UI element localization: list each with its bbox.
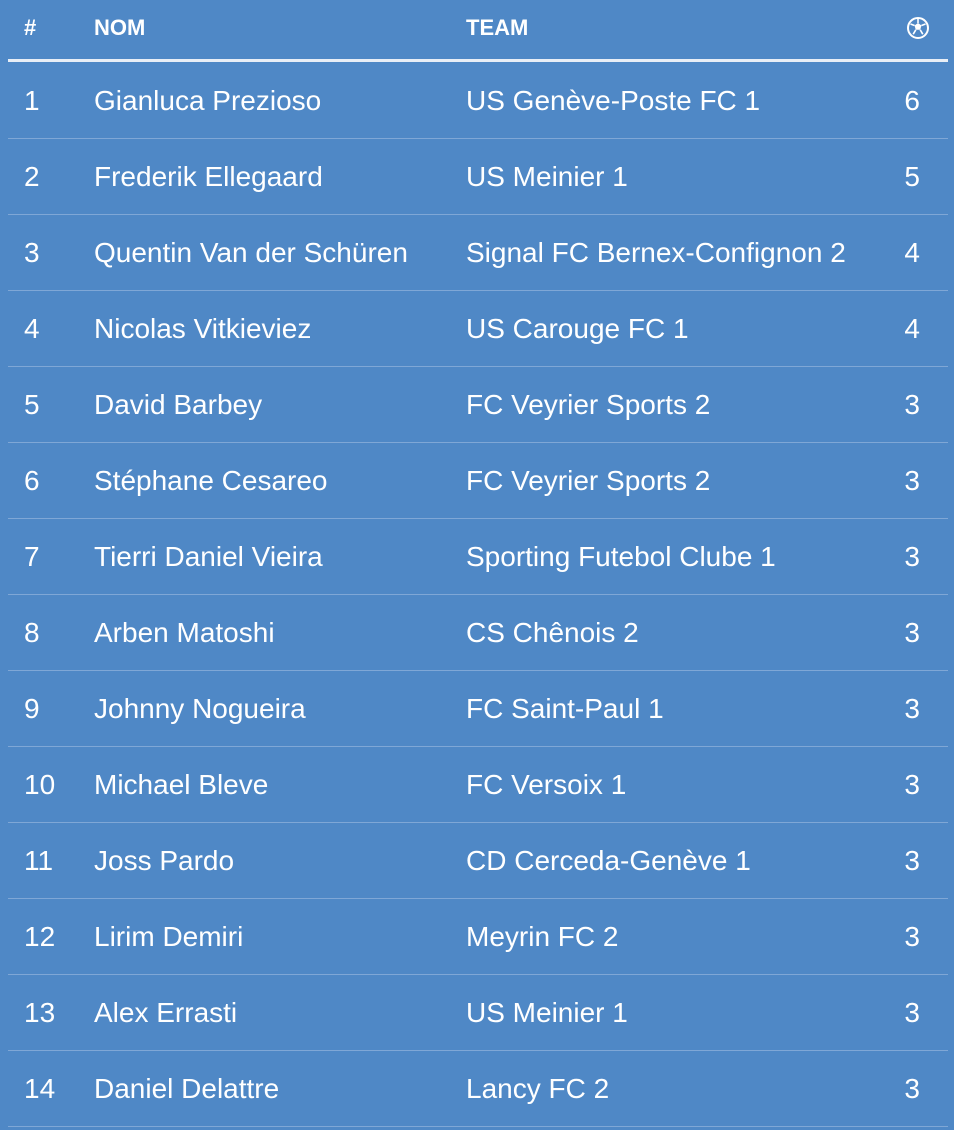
rank-cell: 4 xyxy=(24,313,40,344)
goals-cell: 4 xyxy=(904,313,920,344)
table-row[interactable]: 10 Michael Bleve FC Versoix 1 3 xyxy=(8,747,948,823)
player-name-cell: Michael Bleve xyxy=(94,769,269,800)
team-cell: CD Cerceda-Genève 1 xyxy=(466,845,751,876)
player-name-cell: Stéphane Cesareo xyxy=(94,465,328,496)
team-cell: Lancy FC 2 xyxy=(466,1073,610,1104)
goals-cell: 3 xyxy=(904,921,920,952)
rank-cell: 13 xyxy=(24,997,56,1028)
goals-cell: 3 xyxy=(904,617,920,648)
player-name-cell: Quentin Van der Schüren xyxy=(94,237,408,268)
rank-cell: 7 xyxy=(24,541,40,572)
rank-cell: 8 xyxy=(24,617,40,648)
team-cell: Meyrin FC 2 xyxy=(466,921,619,952)
goals-cell: 4 xyxy=(904,237,920,268)
table-row[interactable]: 1 Gianluca Prezioso US Genève-Poste FC 1… xyxy=(8,63,948,139)
rank-cell: 5 xyxy=(24,389,40,420)
scorers-table: # NOM TEAM 1 Gianluca Prezioso US Genève… xyxy=(0,0,954,1130)
table-row[interactable]: 13 Alex Errasti US Meinier 1 3 xyxy=(8,975,948,1051)
rank-cell: 14 xyxy=(24,1073,56,1104)
team-cell: US Meinier 1 xyxy=(466,997,628,1028)
player-name-cell: Alex Errasti xyxy=(94,997,238,1028)
table-header: # NOM TEAM xyxy=(8,0,948,62)
rank-cell: 11 xyxy=(24,845,54,876)
soccer-ball-icon[interactable] xyxy=(906,16,930,40)
player-name-cell: Daniel Delattre xyxy=(94,1073,280,1104)
goals-cell: 5 xyxy=(904,161,920,192)
goals-cell: 3 xyxy=(904,769,920,800)
player-name-cell: Arben Matoshi xyxy=(94,617,275,648)
goals-cell: 3 xyxy=(904,997,920,1028)
table-row[interactable]: 6 Stéphane Cesareo FC Veyrier Sports 2 3 xyxy=(8,443,948,519)
goals-cell: 3 xyxy=(904,845,920,876)
table-row[interactable]: 7 Tierri Daniel Vieira Sporting Futebol … xyxy=(8,519,948,595)
team-cell: Sporting Futebol Clube 1 xyxy=(466,541,776,572)
team-header[interactable]: TEAM xyxy=(466,14,528,42)
rank-cell: 10 xyxy=(24,769,56,800)
name-header[interactable]: NOM xyxy=(94,14,145,42)
goals-cell: 3 xyxy=(904,693,920,724)
table-row[interactable]: 3 Quentin Van der Schüren Signal FC Bern… xyxy=(8,215,948,291)
rank-cell: 9 xyxy=(24,693,40,724)
table-row[interactable]: 2 Frederik Ellegaard US Meinier 1 5 xyxy=(8,139,948,215)
team-cell: US Meinier 1 xyxy=(466,161,628,192)
rank-cell: 6 xyxy=(24,465,40,496)
player-name-cell: Gianluca Prezioso xyxy=(94,85,322,116)
player-name-cell: Lirim Demiri xyxy=(94,921,244,952)
table-row[interactable]: 14 Daniel Delattre Lancy FC 2 3 xyxy=(8,1051,948,1127)
goals-cell: 3 xyxy=(904,1073,920,1104)
team-cell: US Carouge FC 1 xyxy=(466,313,689,344)
table-row[interactable]: 12 Lirim Demiri Meyrin FC 2 3 xyxy=(8,899,948,975)
player-name-cell: Joss Pardo xyxy=(94,845,235,876)
team-cell: FC Veyrier Sports 2 xyxy=(466,465,711,496)
table-row[interactable]: 4 Nicolas Vitkieviez US Carouge FC 1 4 xyxy=(8,291,948,367)
table-body: 1 Gianluca Prezioso US Genève-Poste FC 1… xyxy=(8,63,948,1127)
team-cell: CS Chênois 2 xyxy=(466,617,639,648)
rank-header[interactable]: # xyxy=(24,14,36,42)
rank-cell: 1 xyxy=(24,85,40,116)
table-row[interactable]: 9 Johnny Nogueira FC Saint-Paul 1 3 xyxy=(8,671,948,747)
team-cell: FC Veyrier Sports 2 xyxy=(466,389,711,420)
player-name-cell: Frederik Ellegaard xyxy=(94,161,323,192)
table-row[interactable]: 11 Joss Pardo CD Cerceda-Genève 1 3 xyxy=(8,823,948,899)
team-cell: Signal FC Bernex-Confignon 2 xyxy=(466,237,846,268)
player-name-cell: David Barbey xyxy=(94,389,263,420)
rank-cell: 3 xyxy=(24,237,40,268)
goals-cell: 6 xyxy=(904,85,920,116)
goals-cell: 3 xyxy=(904,541,920,572)
rank-cell: 12 xyxy=(24,921,56,952)
table-row[interactable]: 5 David Barbey FC Veyrier Sports 2 3 xyxy=(8,367,948,443)
team-cell: FC Saint-Paul 1 xyxy=(466,693,664,724)
goals-cell: 3 xyxy=(904,465,920,496)
table-row[interactable]: 8 Arben Matoshi CS Chênois 2 3 xyxy=(8,595,948,671)
rank-cell: 2 xyxy=(24,161,40,192)
player-name-cell: Tierri Daniel Vieira xyxy=(94,541,323,572)
goals-cell: 3 xyxy=(904,389,920,420)
team-cell: FC Versoix 1 xyxy=(466,769,627,800)
team-cell: US Genève-Poste FC 1 xyxy=(466,85,761,116)
player-name-cell: Johnny Nogueira xyxy=(94,693,306,724)
player-name-cell: Nicolas Vitkieviez xyxy=(94,313,312,344)
